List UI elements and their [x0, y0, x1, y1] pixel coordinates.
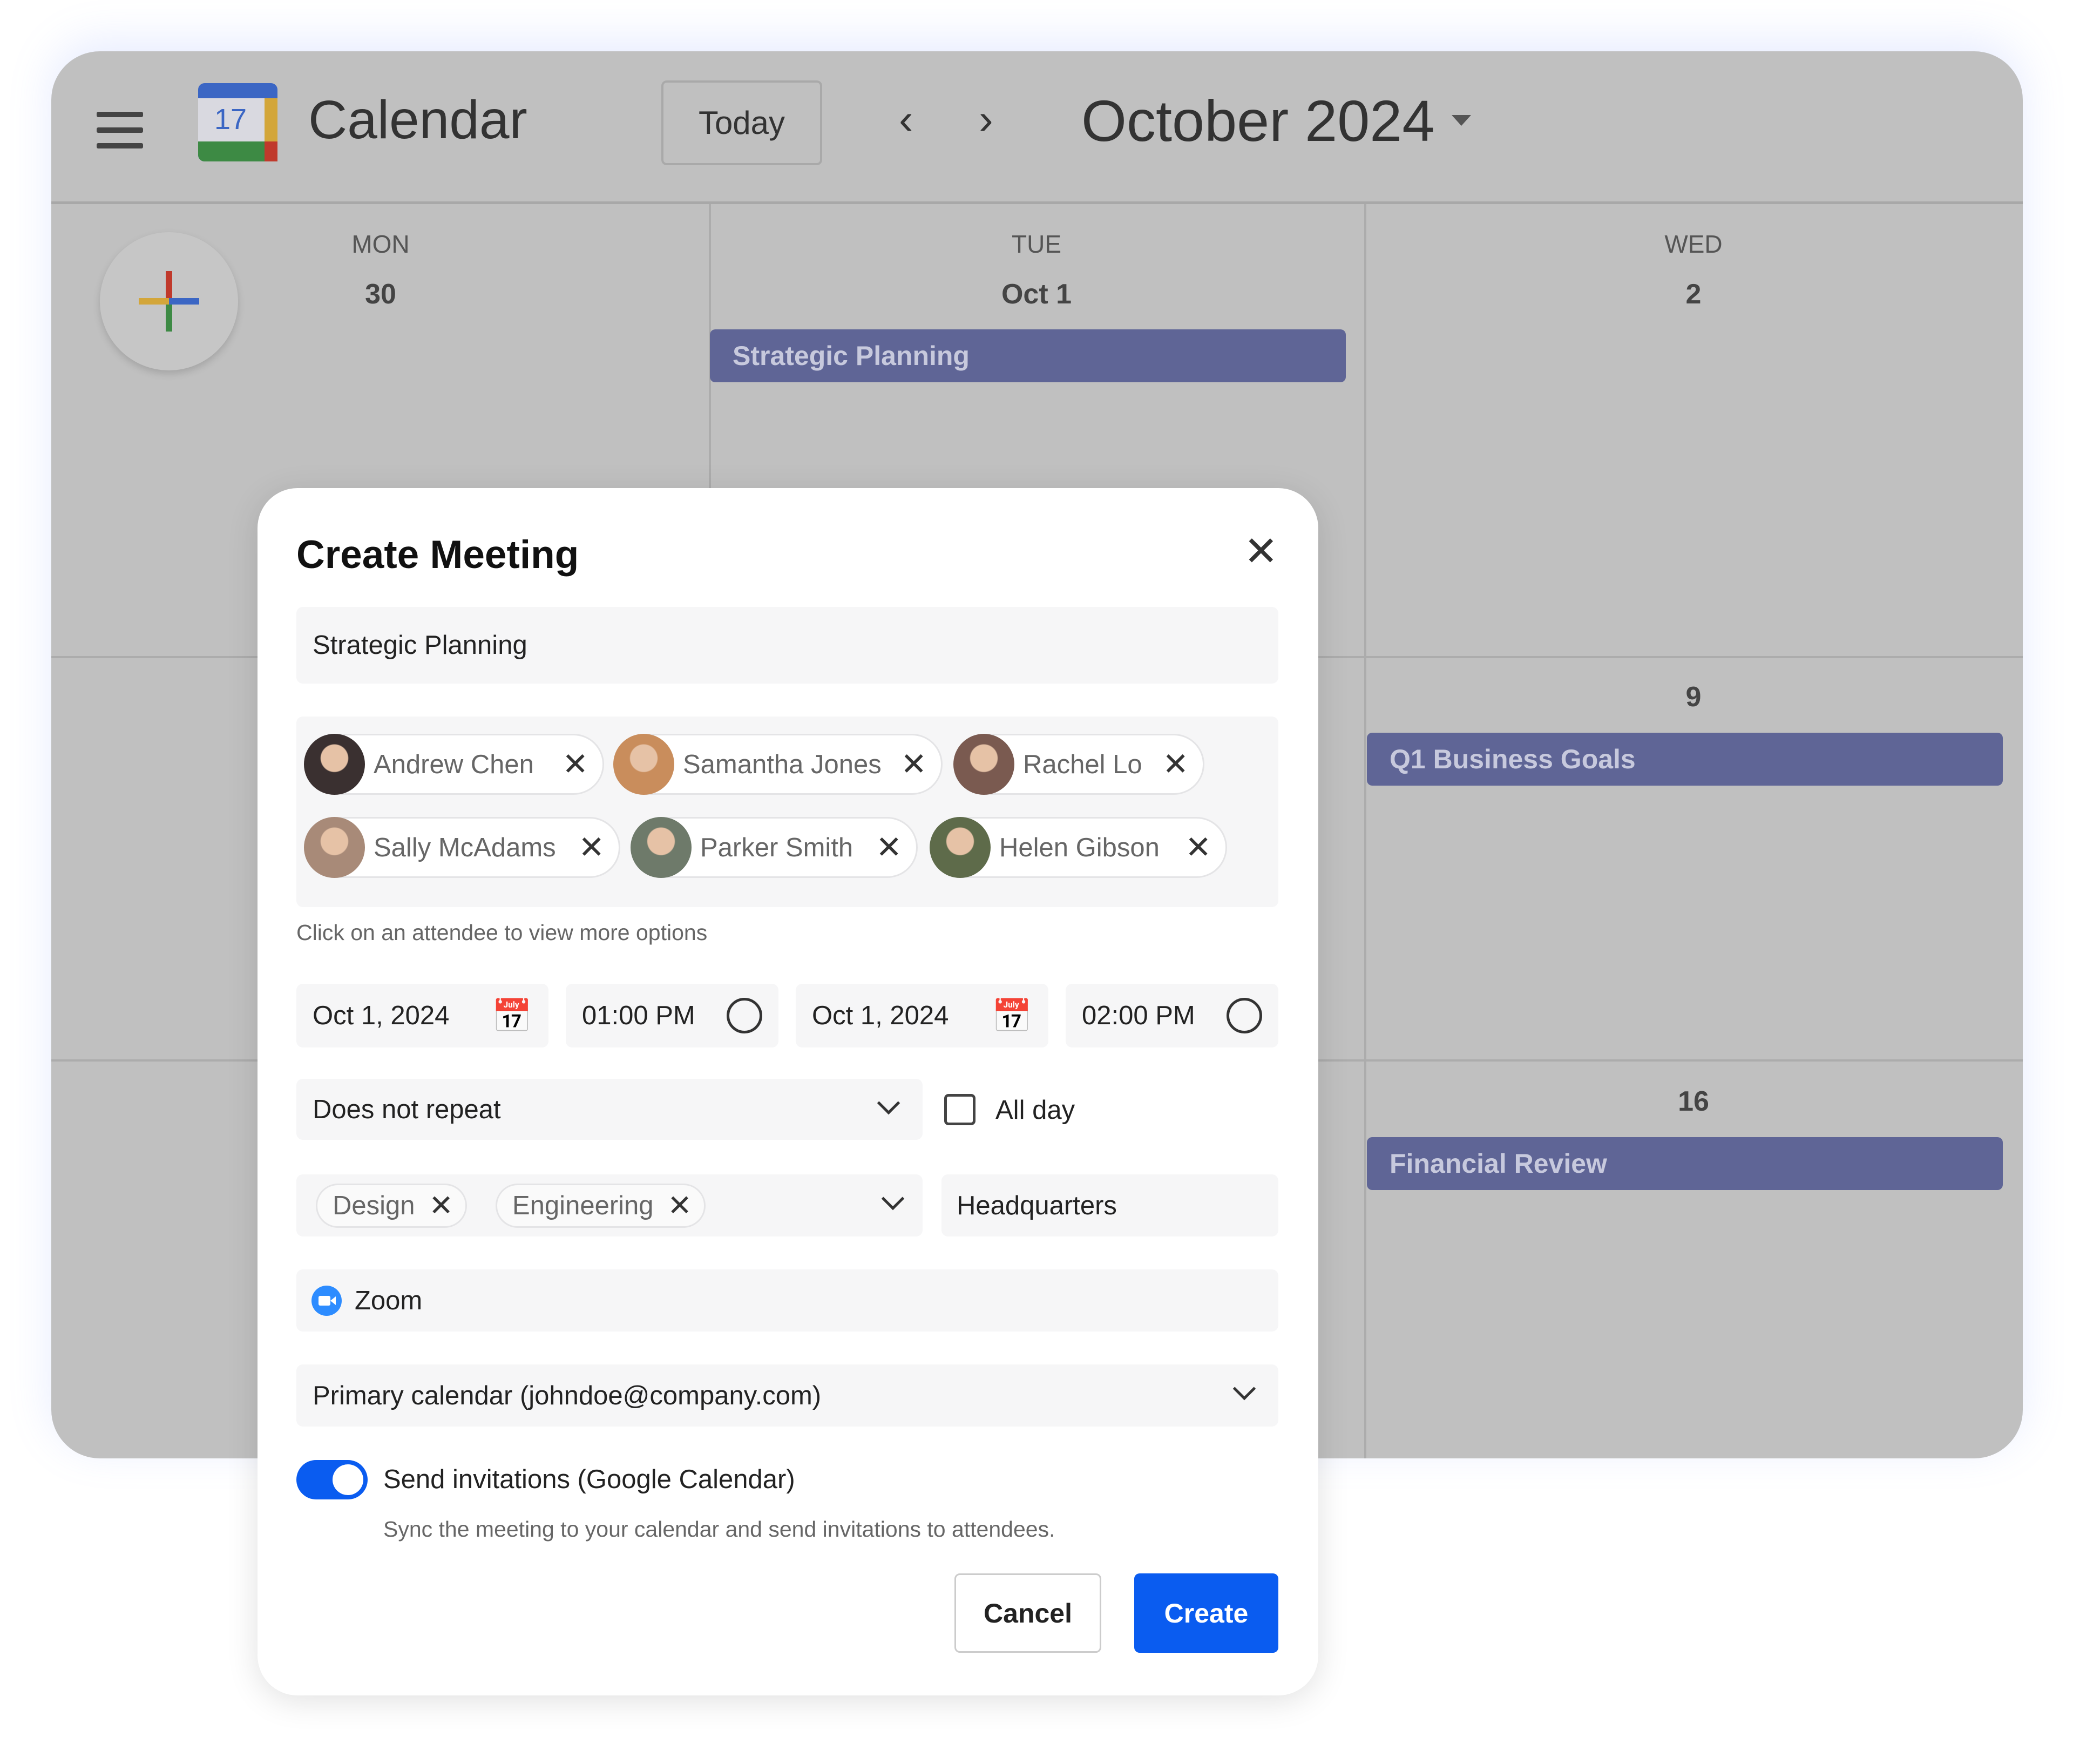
attendee-chip[interactable]: Helen Gibson ✕ [930, 817, 1227, 878]
attendee-hint: Click on an attendee to view more option… [296, 920, 708, 945]
repeat-select[interactable]: Does not repeat [296, 1079, 923, 1140]
location-input[interactable]: Headquarters [941, 1174, 1278, 1236]
meeting-title-input[interactable]: Strategic Planning [296, 607, 1278, 684]
conference-select[interactable]: Zoom [296, 1269, 1278, 1332]
clock-icon[interactable] [727, 998, 762, 1033]
header-divider [51, 201, 2023, 204]
start-date-input[interactable]: Oct 1, 2024 📅 [296, 984, 548, 1047]
day-number[interactable]: 9 [1686, 681, 1702, 713]
end-time-value: 02:00 PM [1082, 1001, 1195, 1030]
remove-icon[interactable]: ✕ [429, 1191, 453, 1220]
chevron-down-icon[interactable] [881, 1187, 905, 1211]
clock-icon[interactable] [1227, 998, 1262, 1033]
attendee-name: Sally McAdams [374, 833, 556, 862]
cancel-button[interactable]: Cancel [954, 1573, 1101, 1653]
attendee-chip[interactable]: Sally McAdams ✕ [304, 817, 620, 878]
zoom-icon [311, 1285, 342, 1316]
avatar [304, 817, 365, 878]
day-number[interactable]: 2 [1686, 278, 1702, 310]
tag-chip[interactable]: Design ✕ [316, 1184, 467, 1228]
event-strategic-planning[interactable]: Strategic Planning [710, 329, 1346, 382]
attendee-chip[interactable]: Andrew Chen ✕ [304, 734, 604, 795]
chevron-down-icon [1232, 1377, 1256, 1401]
all-day-label: All day [995, 1096, 1075, 1125]
tag-label: Engineering [512, 1191, 654, 1220]
calendar-icon[interactable]: 📅 [992, 997, 1032, 1035]
column-divider [1364, 204, 1366, 1458]
chevron-down-icon [877, 1091, 900, 1115]
avatar [613, 734, 674, 795]
all-day-checkbox[interactable] [944, 1094, 975, 1125]
remove-icon[interactable]: ✕ [562, 748, 588, 780]
end-date-value: Oct 1, 2024 [812, 1001, 949, 1030]
menu-icon[interactable] [97, 112, 143, 159]
start-time-input[interactable]: 01:00 PM [566, 984, 778, 1047]
calendar-value: Primary calendar (johndoe@company.com) [313, 1381, 822, 1410]
day-name: MON [351, 230, 410, 258]
today-button[interactable]: Today [661, 80, 822, 165]
calendar-logo: 17 [198, 83, 277, 161]
send-invitations-label: Send invitations (Google Calendar) [383, 1465, 795, 1494]
calendar-icon[interactable]: 📅 [492, 997, 532, 1035]
day-name: TUE [1012, 230, 1061, 258]
avatar [930, 817, 991, 878]
month-label[interactable]: October 2024 [1081, 87, 1434, 154]
tag-chip[interactable]: Engineering ✕ [496, 1184, 706, 1228]
end-time-input[interactable]: 02:00 PM [1066, 984, 1278, 1047]
send-invitations-toggle[interactable] [296, 1460, 368, 1499]
attendee-chip[interactable]: Rachel Lo ✕ [953, 734, 1204, 795]
next-chevron-icon[interactable]: › [979, 94, 993, 144]
prev-chevron-icon[interactable]: ‹ [899, 94, 913, 144]
close-icon[interactable]: ✕ [1244, 531, 1278, 572]
day-number[interactable]: 16 [1678, 1085, 1709, 1118]
create-button[interactable]: Create [1134, 1573, 1278, 1653]
day-name: WED [1664, 230, 1723, 258]
month-dropdown-icon[interactable] [1452, 115, 1471, 126]
attendee-name: Samantha Jones [683, 749, 882, 779]
send-invitations-hint: Sync the meeting to your calendar and se… [383, 1517, 1055, 1542]
remove-icon[interactable]: ✕ [900, 748, 927, 780]
avatar [304, 734, 365, 795]
tag-label: Design [333, 1191, 415, 1220]
calendar-select[interactable]: Primary calendar (johndoe@company.com) [296, 1364, 1278, 1427]
remove-icon[interactable]: ✕ [1185, 832, 1211, 863]
remove-icon[interactable]: ✕ [578, 832, 605, 863]
end-date-input[interactable]: Oct 1, 2024 📅 [796, 984, 1048, 1047]
avatar [953, 734, 1014, 795]
remove-icon[interactable]: ✕ [876, 832, 902, 863]
dialog-title: Create Meeting [296, 533, 579, 577]
attendee-name: Helen Gibson [999, 833, 1160, 862]
attendee-chip[interactable]: Parker Smith ✕ [631, 817, 918, 878]
repeat-value: Does not repeat [313, 1094, 501, 1124]
start-time-value: 01:00 PM [582, 1001, 695, 1030]
remove-icon[interactable]: ✕ [1162, 748, 1189, 780]
attendee-name: Andrew Chen [374, 749, 534, 779]
create-fab[interactable] [100, 232, 238, 370]
attendee-chip[interactable]: Samantha Jones ✕ [613, 734, 943, 795]
app-title: Calendar [308, 90, 527, 150]
event-q1-business-goals[interactable]: Q1 Business Goals [1367, 733, 2003, 786]
attendee-name: Parker Smith [700, 833, 853, 862]
attendee-name: Rachel Lo [1023, 749, 1142, 779]
event-financial-review[interactable]: Financial Review [1367, 1137, 2003, 1190]
create-meeting-dialog: Create Meeting ✕ Strategic Planning Clic… [258, 488, 1318, 1695]
remove-icon[interactable]: ✕ [668, 1191, 692, 1220]
conference-value: Zoom [355, 1286, 423, 1315]
day-number[interactable]: Oct 1 [1001, 278, 1072, 310]
start-date-value: Oct 1, 2024 [313, 1001, 450, 1030]
day-number[interactable]: 30 [365, 278, 396, 310]
avatar [631, 817, 692, 878]
